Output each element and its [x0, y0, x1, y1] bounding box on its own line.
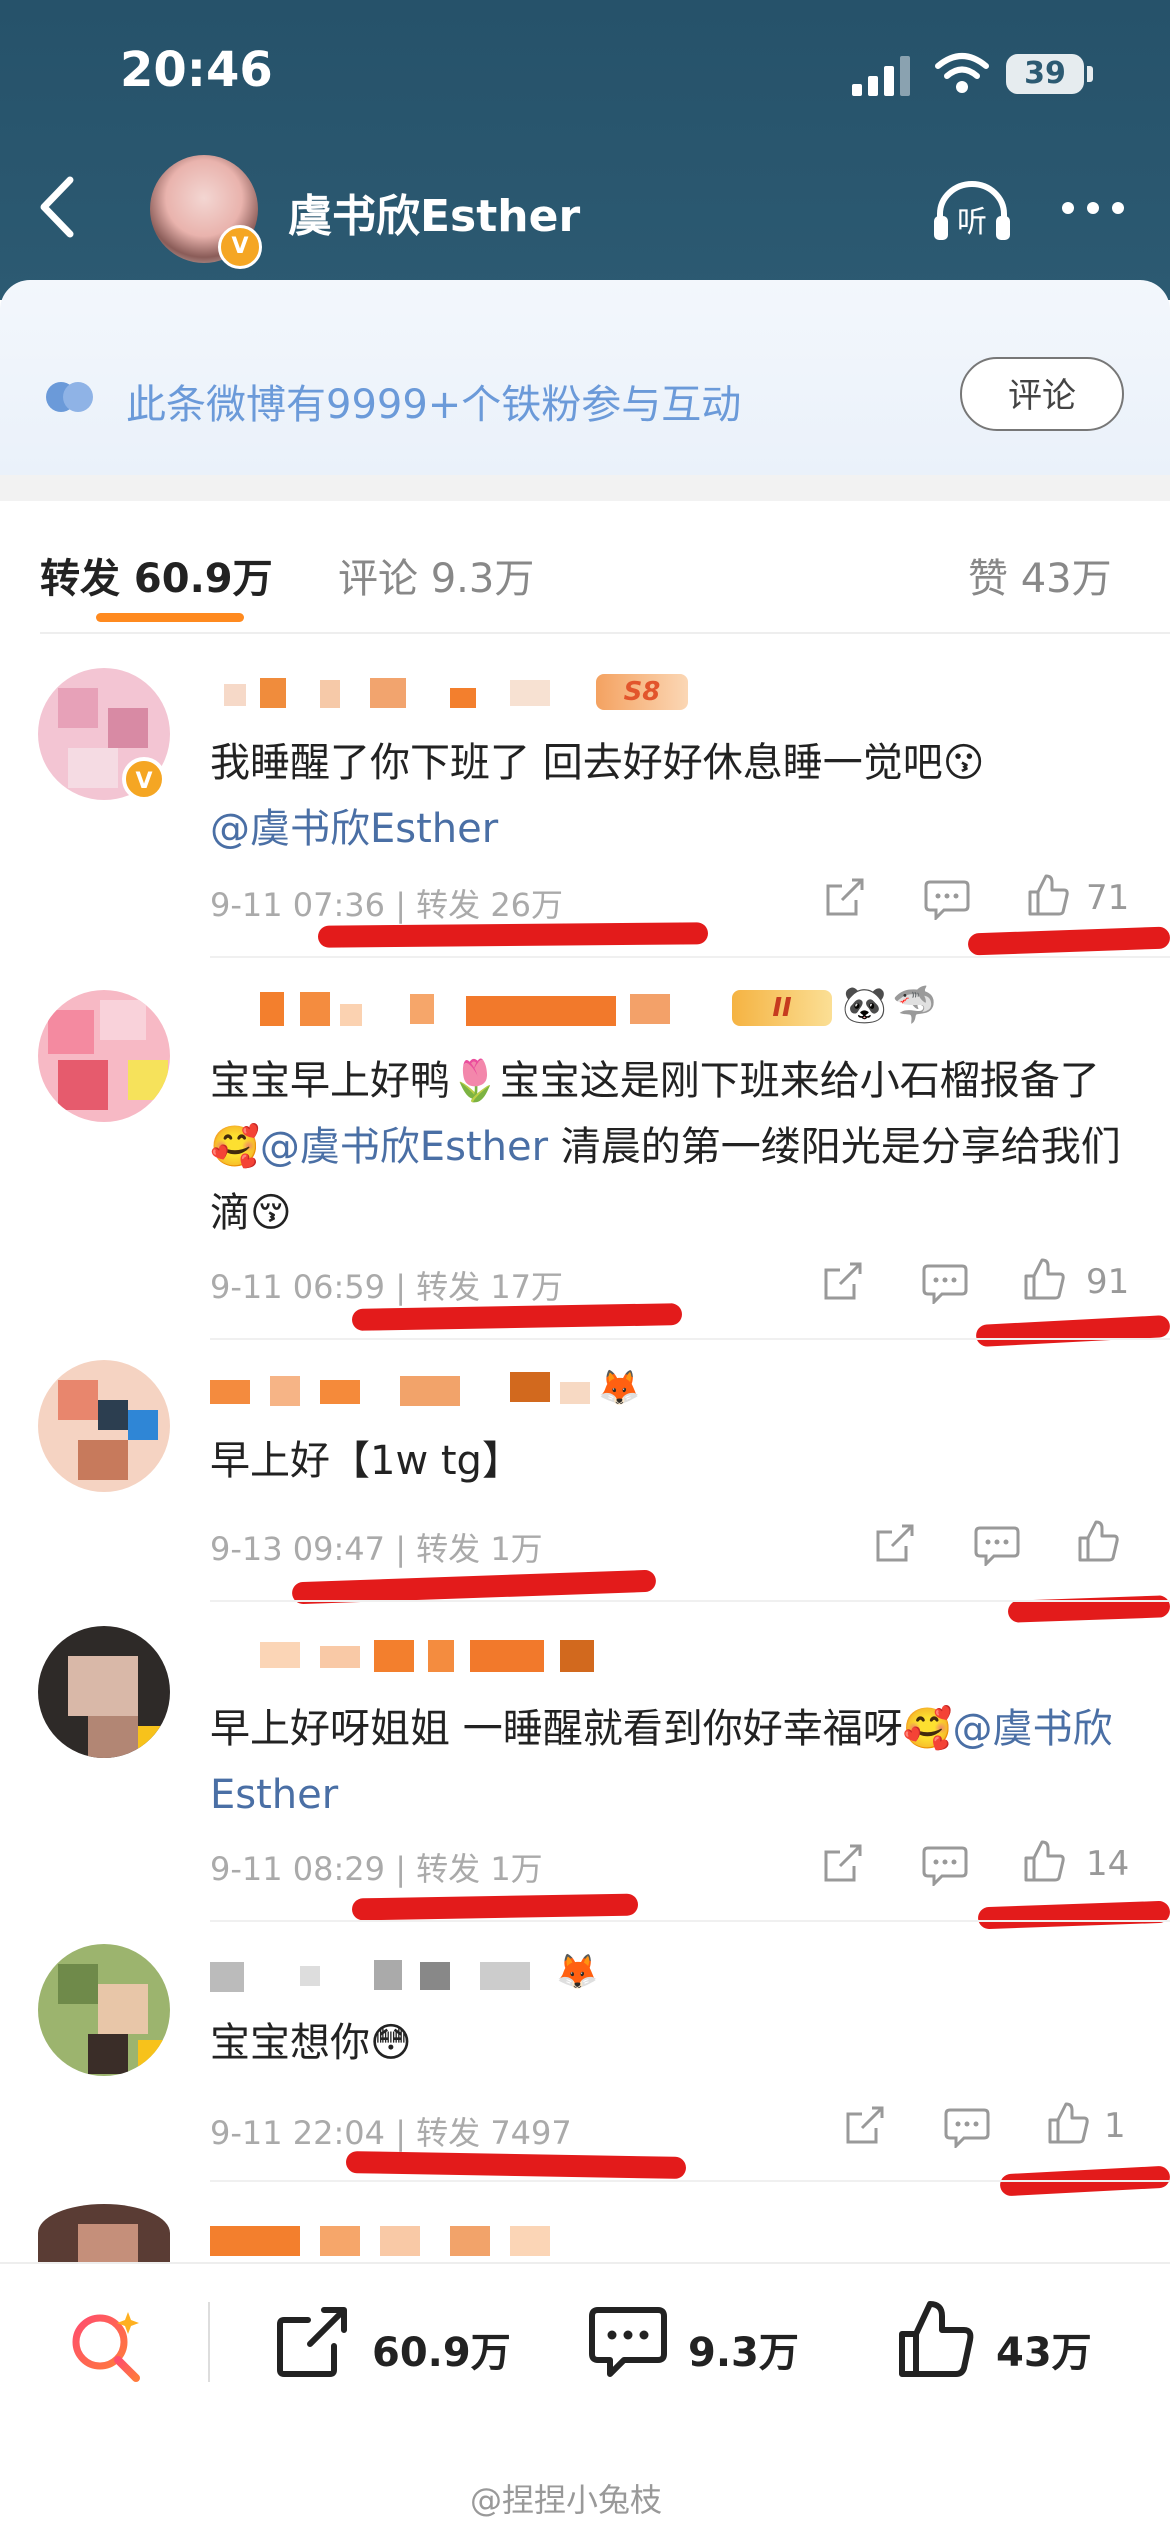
comment-icon[interactable] — [924, 878, 970, 920]
svg-text:V: V — [135, 769, 152, 794]
like-count: 91 — [1086, 1262, 1130, 1302]
repost-icon[interactable] — [842, 2104, 886, 2148]
comment-text: 宝宝想你😳 — [210, 2010, 1140, 2076]
mention-link[interactable]: @虞书欣Esther — [260, 1124, 548, 1170]
comment-meta: 9-11 08:29 | 转发 1万 — [210, 1850, 543, 1888]
comment-count: 9.3万 — [688, 2330, 799, 2376]
red-highlight-mark — [351, 1893, 639, 1921]
tab-repost[interactable]: 转发 60.9万 — [40, 546, 273, 604]
red-highlight-mark — [351, 1303, 683, 1331]
active-tab-indicator — [96, 613, 244, 622]
comment-button[interactable]: 评论 — [960, 357, 1124, 431]
status-time: 20:46 — [120, 42, 273, 98]
comment-body: 宝宝想你😳 — [210, 2020, 412, 2066]
fox-icon: 🦊 — [556, 1952, 599, 1992]
comment-text: 宝宝早上好鸭🌷宝宝这是刚下班来给小石榴报备了🥰@虞书欣Esther 清晨的第一缕… — [210, 1048, 1140, 1246]
battery-tip — [1087, 66, 1093, 82]
fox-icon: 🦊 — [598, 1368, 641, 1408]
like-thumb-icon[interactable] — [1022, 1256, 1066, 1302]
comment-body: 早上好呀姐姐 一睡醒就看到你好幸福呀🥰 — [210, 1706, 953, 1752]
repost-count: 60.9万 — [372, 2330, 511, 2376]
commenter-name-blurred[interactable] — [210, 990, 710, 1030]
verified-badge-icon: V — [122, 757, 166, 801]
search-spark-icon[interactable] — [66, 2306, 146, 2386]
comment-icon[interactable] — [922, 1844, 968, 1886]
mention-link[interactable]: @虞书欣Esther — [210, 806, 498, 852]
commenter-name-blurred[interactable] — [210, 2222, 590, 2262]
red-highlight-mark — [345, 2151, 687, 2179]
comment-icon[interactable] — [922, 1262, 968, 1304]
svg-text:听: 听 — [957, 205, 987, 240]
commenter-avatar[interactable] — [38, 990, 170, 1122]
like-count: 71 — [1086, 878, 1130, 918]
comment-meta: 9-13 09:47 | 转发 1万 — [210, 1530, 543, 1568]
tab-divider — [40, 632, 1170, 634]
battery-icon: 39 — [1006, 54, 1084, 94]
commenter-avatar[interactable] — [38, 1944, 170, 2076]
like-thumb-icon[interactable] — [1022, 1838, 1066, 1884]
commenter-name-blurred[interactable] — [210, 676, 590, 716]
section-divider — [0, 475, 1170, 501]
row-divider — [210, 1600, 1170, 1602]
comment-meta: 9-11 07:36 | 转发 26万 — [210, 886, 564, 924]
repost-icon[interactable] — [820, 1842, 864, 1886]
comment-meta: 9-11 06:59 | 转发 17万 — [210, 1268, 564, 1306]
red-highlight-mark — [977, 1900, 1170, 1930]
repost-icon[interactable] — [822, 876, 866, 920]
tab-like[interactable]: 赞 43万 — [968, 546, 1112, 604]
back-arrow-icon[interactable] — [30, 172, 90, 242]
comment-icon[interactable] — [944, 2106, 990, 2148]
red-highlight-mark — [967, 926, 1170, 956]
shark-icon: 🦈 — [892, 985, 937, 1026]
comment-text: 我睡醒了你下班了 回去好好休息睡一觉吧😗 @虞书欣Esther — [210, 730, 1140, 862]
like-thumb-icon[interactable] — [1076, 1518, 1120, 1564]
row-divider — [210, 2180, 1170, 2182]
commenter-name-blurred[interactable] — [210, 1636, 630, 1676]
comment-body: 早上好【1w tg】 — [210, 1438, 522, 1484]
like-thumb-icon[interactable] — [1026, 872, 1070, 918]
commenter-avatar[interactable] — [38, 1626, 170, 1758]
cellular-signal-icon — [852, 56, 910, 96]
repost-icon[interactable] — [872, 1522, 916, 1566]
author-name[interactable]: 虞书欣Esther — [288, 180, 580, 244]
like-count: 1 — [1104, 2106, 1126, 2146]
like-count: 14 — [1086, 1844, 1130, 1884]
commenter-avatar[interactable] — [38, 1360, 170, 1492]
commenter-name-blurred[interactable] — [210, 1372, 650, 1412]
row-divider — [210, 1920, 1170, 1922]
repost-icon[interactable] — [820, 1260, 864, 1304]
commenter-avatar[interactable] — [38, 2204, 170, 2262]
more-options-icon[interactable] — [1058, 198, 1128, 218]
tab-comment[interactable]: 评论 9.3万 — [338, 546, 534, 604]
wifi-icon — [935, 53, 989, 93]
level-badge: S8 — [596, 674, 688, 710]
repost-icon[interactable] — [274, 2304, 350, 2380]
bottom-divider — [208, 2302, 210, 2382]
comment-icon[interactable] — [974, 1524, 1020, 1566]
red-highlight-mark — [317, 922, 709, 948]
like-thumb-icon[interactable] — [896, 2298, 976, 2380]
row-divider — [210, 1338, 1170, 1340]
comment-meta: 9-11 22:04 | 转发 7497 — [210, 2114, 572, 2152]
comment-body: 我睡醒了你下班了 回去好好休息睡一觉吧😗 — [210, 740, 985, 786]
red-highlight-mark — [975, 1314, 1170, 1348]
like-thumb-icon[interactable] — [1046, 2100, 1090, 2146]
weibo-watermark: @捏捏小兔枝 — [470, 2481, 663, 2519]
comment-text: 早上好【1w tg】 — [210, 1428, 1140, 1494]
like-count: 43万 — [996, 2330, 1092, 2376]
fan-interaction-text: 此条微博有9999+个铁粉参与互动 — [126, 382, 742, 428]
fan-badge-icon — [46, 382, 93, 412]
commenter-name-blurred[interactable] — [210, 1956, 590, 1996]
level-badge: II — [732, 990, 832, 1026]
comment-icon[interactable] — [588, 2304, 668, 2380]
panda-icon: 🐼 — [842, 985, 887, 1026]
comment-text: 早上好呀姐姐 一睡醒就看到你好幸福呀🥰@虞书欣Esther — [210, 1696, 1140, 1828]
verified-badge-icon: V — [218, 225, 262, 269]
listen-headphones-icon[interactable]: 听 — [930, 176, 1014, 246]
row-divider — [210, 956, 1170, 958]
